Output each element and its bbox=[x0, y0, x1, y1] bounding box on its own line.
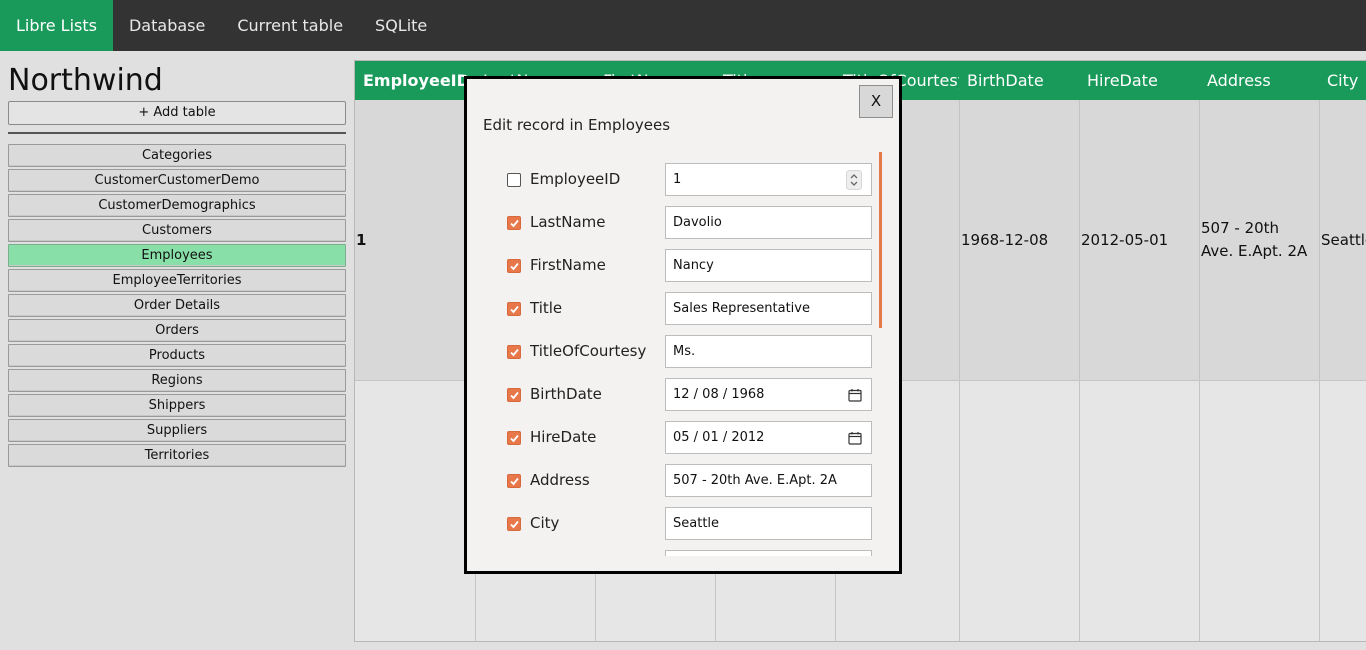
cell-address[interactable]: 507 - 20th Ave. E.Apt. 2A bbox=[1201, 100, 1316, 380]
column-divider bbox=[1199, 100, 1200, 641]
title-input[interactable]: Sales Representative bbox=[665, 292, 872, 325]
include-checkbox-lastname[interactable] bbox=[507, 216, 521, 230]
employeeid-input[interactable]: 1 bbox=[665, 163, 872, 196]
column-header-employeeid[interactable]: EmployeeID bbox=[355, 61, 475, 100]
include-checkbox-title[interactable] bbox=[507, 302, 521, 316]
field-label: TitleOfCourtesy bbox=[530, 342, 647, 360]
include-checkbox-address[interactable] bbox=[507, 474, 521, 488]
field-row-titleofcourtesy: TitleOfCourtesy Ms. bbox=[467, 335, 887, 368]
birthdate-input[interactable]: 12 / 08 / 1968 bbox=[665, 378, 872, 411]
field-label: FirstName bbox=[530, 256, 606, 274]
field-row-city: City Seattle bbox=[467, 507, 887, 540]
lastname-input[interactable]: Davolio bbox=[665, 206, 872, 239]
next-field-input[interactable] bbox=[665, 550, 872, 556]
table-item-customers[interactable]: Customers bbox=[8, 219, 346, 242]
table-item-products[interactable]: Products bbox=[8, 344, 346, 367]
include-checkbox-city[interactable] bbox=[507, 517, 521, 531]
sidebar: Northwind + Add table Categories Custome… bbox=[8, 62, 346, 469]
table-item-suppliers[interactable]: Suppliers bbox=[8, 419, 346, 442]
table-item-shippers[interactable]: Shippers bbox=[8, 394, 346, 417]
city-input[interactable]: Seattle bbox=[665, 507, 872, 540]
table-item-employeeterritories[interactable]: EmployeeTerritories bbox=[8, 269, 346, 292]
table-item-order-details[interactable]: Order Details bbox=[8, 294, 346, 317]
field-row-birthdate: BirthDate 12 / 08 / 1968 bbox=[467, 378, 887, 411]
cell-birthdate[interactable]: 1968-12-08 bbox=[961, 100, 1048, 380]
table-item-customercustomerdemo[interactable]: CustomerCustomerDemo bbox=[8, 169, 346, 192]
nav-sqlite[interactable]: SQLite bbox=[359, 0, 443, 51]
field-label: HireDate bbox=[530, 428, 597, 446]
hiredate-input[interactable]: 05 / 01 / 2012 bbox=[665, 421, 872, 454]
database-title: Northwind bbox=[8, 63, 163, 98]
column-header-city[interactable]: City bbox=[1319, 61, 1366, 100]
column-divider bbox=[959, 100, 960, 641]
add-table-button[interactable]: + Add table bbox=[8, 101, 346, 125]
include-checkbox-birthdate[interactable] bbox=[507, 388, 521, 402]
column-divider bbox=[1319, 100, 1320, 641]
table-item-territories[interactable]: Territories bbox=[8, 444, 346, 467]
column-header-address[interactable]: Address bbox=[1199, 61, 1319, 100]
field-row-hiredate: HireDate 05 / 01 / 2012 bbox=[467, 421, 887, 454]
cell-city[interactable]: Seattle bbox=[1321, 100, 1366, 380]
spinner-icon[interactable] bbox=[846, 164, 862, 195]
column-header-birthdate[interactable]: BirthDate bbox=[959, 61, 1079, 100]
input-value: 12 / 08 / 1968 bbox=[673, 387, 765, 402]
top-nav: Libre Lists Database Current table SQLit… bbox=[0, 0, 1366, 51]
field-label: City bbox=[530, 514, 560, 532]
dialog-title: Edit record in Employees bbox=[483, 116, 671, 134]
table-list: Categories CustomerCustomerDemo Customer… bbox=[8, 144, 346, 467]
nav-libre-lists[interactable]: Libre Lists bbox=[0, 0, 113, 51]
table-item-customerdemographics[interactable]: CustomerDemographics bbox=[8, 194, 346, 217]
firstname-input[interactable]: Nancy bbox=[665, 249, 872, 282]
table-item-orders[interactable]: Orders bbox=[8, 319, 346, 342]
field-row-employeeid: EmployeeID 1 bbox=[467, 163, 887, 196]
table-item-employees[interactable]: Employees bbox=[8, 244, 346, 267]
calendar-icon[interactable] bbox=[848, 422, 862, 453]
field-row-title: Title Sales Representative bbox=[467, 292, 887, 325]
field-row-firstname: FirstName Nancy bbox=[467, 249, 887, 282]
titleofcourtesy-input[interactable]: Ms. bbox=[665, 335, 872, 368]
field-label: EmployeeID bbox=[530, 170, 621, 188]
field-label: LastName bbox=[530, 213, 606, 231]
field-row-lastname: LastName Davolio bbox=[467, 206, 887, 239]
edit-record-dialog: X Edit record in Employees EmployeeID 1 … bbox=[464, 76, 902, 574]
nav-database[interactable]: Database bbox=[113, 0, 221, 51]
column-header-hiredate[interactable]: HireDate bbox=[1079, 61, 1199, 100]
field-row-address: Address 507 - 20th Ave. E.Apt. 2A bbox=[467, 464, 887, 497]
calendar-icon[interactable] bbox=[848, 379, 862, 410]
field-label: Address bbox=[530, 471, 590, 489]
cell-employeeid[interactable]: 1 bbox=[356, 100, 366, 380]
include-checkbox-employeeid[interactable] bbox=[507, 173, 521, 187]
include-checkbox-titleofcourtesy[interactable] bbox=[507, 345, 521, 359]
sidebar-divider bbox=[8, 132, 346, 134]
input-value: 1 bbox=[673, 172, 682, 187]
field-label: BirthDate bbox=[530, 385, 602, 403]
table-item-categories[interactable]: Categories bbox=[8, 144, 346, 167]
column-divider bbox=[1079, 100, 1080, 641]
address-input[interactable]: 507 - 20th Ave. E.Apt. 2A bbox=[665, 464, 872, 497]
include-checkbox-hiredate[interactable] bbox=[507, 431, 521, 445]
include-checkbox-firstname[interactable] bbox=[507, 259, 521, 273]
cell-hiredate[interactable]: 2012-05-01 bbox=[1081, 100, 1168, 380]
close-button[interactable]: X bbox=[859, 85, 893, 118]
input-value: 05 / 01 / 2012 bbox=[673, 430, 765, 445]
nav-current-table[interactable]: Current table bbox=[221, 0, 359, 51]
field-label: Title bbox=[530, 299, 563, 317]
table-item-regions[interactable]: Regions bbox=[8, 369, 346, 392]
